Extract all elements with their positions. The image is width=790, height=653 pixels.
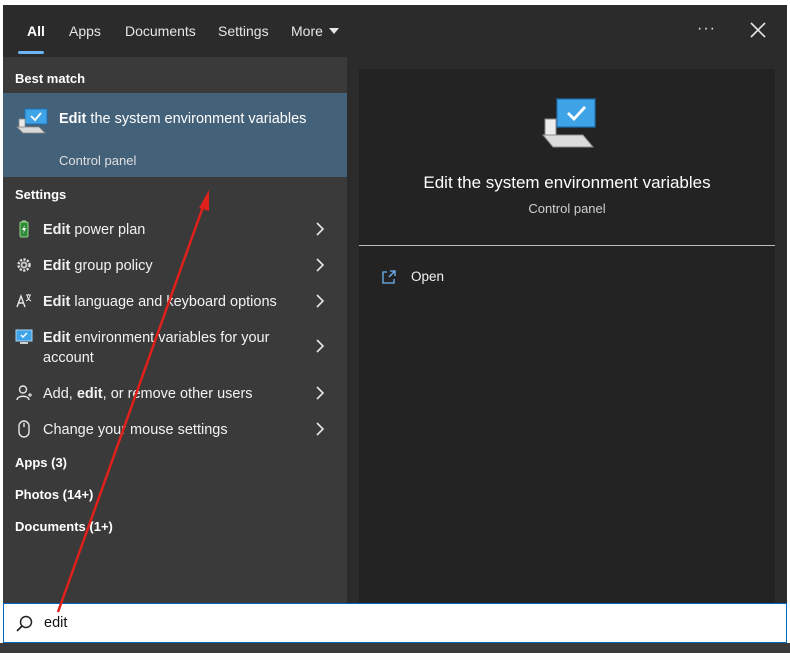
settings-item-power-plan[interactable]: Edit power plan bbox=[3, 211, 347, 247]
preview-pane: Edit the system environment variables Co… bbox=[359, 69, 775, 603]
chevron-right-icon bbox=[316, 422, 325, 436]
monitor-check-icon bbox=[541, 98, 596, 148]
tab-documents[interactable]: Documents bbox=[125, 5, 196, 57]
monitor-icon bbox=[15, 329, 33, 344]
best-match-result[interactable]: Edit the system environment variables Co… bbox=[3, 93, 347, 177]
section-settings: Settings bbox=[15, 187, 67, 202]
chevron-down-icon bbox=[328, 28, 339, 35]
group-documents[interactable]: Documents (1+) bbox=[15, 519, 113, 534]
search-tabs-bar: All Apps Documents Settings More ··· bbox=[3, 5, 787, 57]
tab-more-label: More bbox=[291, 23, 323, 39]
taskbar-edge bbox=[0, 643, 790, 653]
search-window: All Apps Documents Settings More ··· Bes… bbox=[3, 5, 787, 603]
divider bbox=[359, 245, 775, 246]
gear-icon bbox=[17, 258, 31, 272]
preview-title: Edit the system environment variables bbox=[423, 173, 711, 192]
chevron-right-icon bbox=[316, 258, 325, 272]
user-icon bbox=[16, 385, 32, 401]
chevron-right-icon bbox=[316, 294, 325, 308]
settings-item-label: Edit group policy bbox=[43, 258, 153, 274]
mouse-icon bbox=[18, 420, 30, 438]
tab-more[interactable]: More bbox=[291, 5, 339, 57]
results-list: Best match Edit the system environment v… bbox=[3, 57, 347, 603]
battery-icon bbox=[19, 220, 29, 238]
settings-item-other-users[interactable]: Add, edit, or remove other users bbox=[3, 375, 347, 411]
section-best-match: Best match bbox=[15, 71, 86, 86]
best-match-subtitle: Control panel bbox=[59, 153, 137, 168]
group-apps[interactable]: Apps (3) bbox=[15, 455, 67, 470]
tab-apps[interactable]: Apps bbox=[69, 5, 101, 57]
group-photos[interactable]: Photos (14+) bbox=[15, 487, 93, 502]
tab-all[interactable]: All bbox=[27, 5, 45, 57]
search-icon bbox=[16, 615, 33, 632]
chevron-right-icon bbox=[316, 339, 325, 353]
open-external-icon bbox=[382, 270, 396, 284]
close-icon bbox=[750, 22, 766, 38]
settings-item-language-keyboard[interactable]: Edit language and keyboard options bbox=[3, 283, 347, 319]
chevron-right-icon bbox=[316, 222, 325, 236]
more-options-button[interactable]: ··· bbox=[697, 5, 716, 57]
search-bar[interactable]: edit bbox=[3, 603, 787, 643]
chevron-right-icon bbox=[316, 386, 325, 400]
close-button[interactable] bbox=[743, 15, 773, 45]
active-tab-indicator bbox=[18, 51, 44, 54]
settings-item-label: Edit power plan bbox=[43, 222, 146, 238]
preview-subtitle: Control panel bbox=[528, 201, 606, 216]
settings-item-label: Change your mouse settings bbox=[43, 422, 228, 438]
monitor-check-icon bbox=[16, 108, 48, 134]
language-icon bbox=[16, 293, 32, 308]
settings-item-label: Edit environment variables for your acco… bbox=[43, 330, 270, 366]
settings-item-label: Edit language and keyboard options bbox=[43, 294, 277, 310]
tab-settings[interactable]: Settings bbox=[218, 5, 269, 57]
settings-item-group-policy[interactable]: Edit group policy bbox=[3, 247, 347, 283]
search-input[interactable]: edit bbox=[44, 615, 67, 631]
settings-item-label: Add, edit, or remove other users bbox=[43, 386, 253, 402]
settings-item-env-vars-account[interactable]: Edit environment variables for your acco… bbox=[3, 319, 347, 373]
settings-item-mouse[interactable]: Change your mouse settings bbox=[3, 411, 347, 447]
open-label: Open bbox=[411, 269, 445, 284]
best-match-title: Edit the system environment variables bbox=[59, 111, 307, 127]
